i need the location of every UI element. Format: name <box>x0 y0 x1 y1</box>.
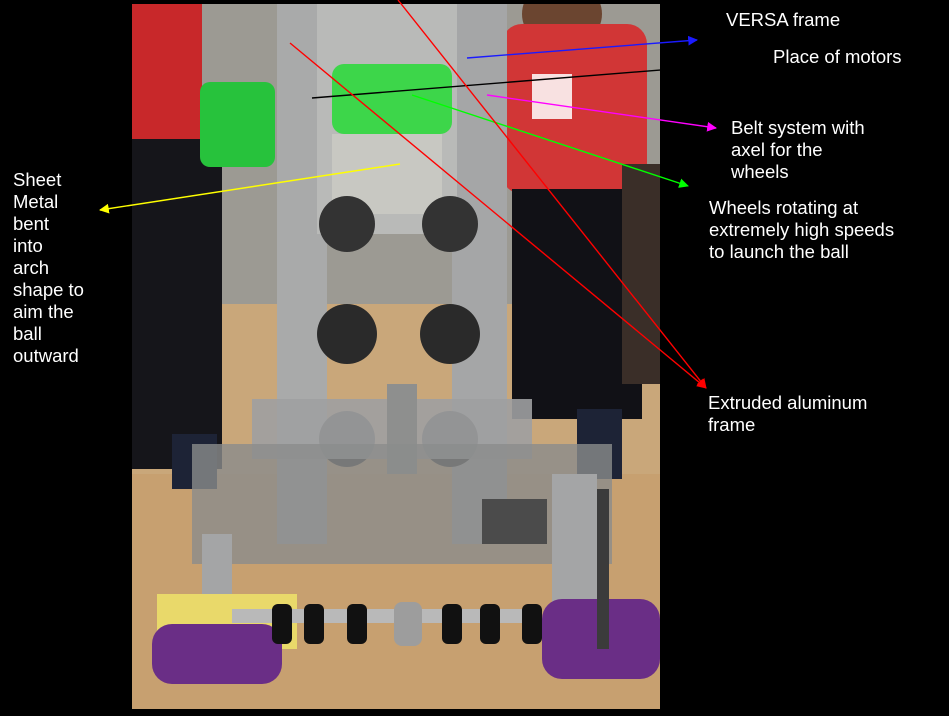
belt-system-label: Belt system with axel for the wheels <box>731 117 865 182</box>
belt-arrow <box>486 94 717 132</box>
versa-arrow <box>466 35 698 59</box>
wheels-arrow <box>411 94 689 188</box>
aluminum-arrow-lower <box>289 42 707 389</box>
wheels-label: Wheels rotating at extremely high speeds… <box>709 197 895 262</box>
sheet-metal-label: Sheet Metal bent into arch shape to aim … <box>13 169 84 366</box>
motors-label: Place of motors <box>773 46 902 67</box>
versa-frame-label: VERSA frame <box>726 9 841 30</box>
aluminum-arrow-upper <box>397 0 707 389</box>
aluminum-frame-label: Extruded aluminum frame <box>708 392 868 435</box>
motors-arrow <box>311 57 761 99</box>
diagram: VERSA frame Place of motors Belt system … <box>0 0 949 716</box>
sheet-metal-arrow <box>99 163 401 214</box>
annotation-arrows <box>99 0 761 389</box>
